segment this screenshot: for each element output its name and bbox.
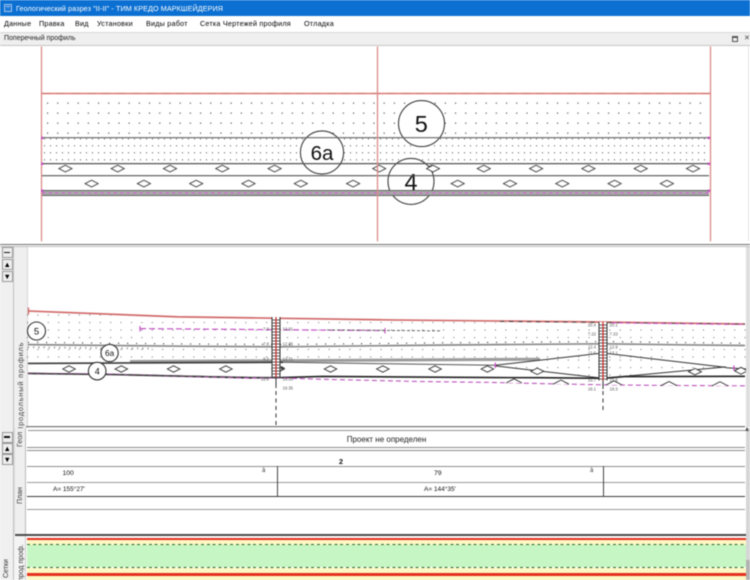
svg-text:15.35: 15.35 [283,377,294,382]
svg-text:9.2: 9.2 [263,357,269,362]
svg-text:7.8: 7.8 [263,342,269,347]
svg-text:19.35: 19.35 [283,386,294,391]
svg-text:19.3: 19.3 [610,387,619,392]
svg-text:12.6: 12.6 [588,351,597,356]
svg-text:5: 5 [34,326,39,337]
svg-text:20.4: 20.4 [588,323,597,328]
svg-text:15.7: 15.7 [588,378,597,383]
svg-text:6а: 6а [105,349,115,358]
svg-text:12.35: 12.35 [283,342,294,347]
svg-text:7.22: 7.22 [588,332,597,337]
svg-text:15.6: 15.6 [261,377,270,382]
svg-text:7.33: 7.33 [610,332,619,337]
svg-text:13.71: 13.71 [283,357,294,362]
svg-text:4: 4 [95,367,100,377]
svg-text:15.8: 15.8 [610,378,619,383]
svg-text:20.1: 20.1 [610,323,619,328]
svg-text:12.9: 12.9 [610,345,619,350]
svg-text:7.3: 7.3 [263,327,269,332]
svg-text:5: 5 [415,111,428,137]
svg-text:13.1: 13.1 [610,351,619,356]
svg-text:12.31: 12.31 [283,327,294,332]
svg-text:19.1: 19.1 [588,387,597,392]
svg-text:12.4: 12.4 [588,345,597,350]
svg-text:6а: 6а [311,142,334,165]
